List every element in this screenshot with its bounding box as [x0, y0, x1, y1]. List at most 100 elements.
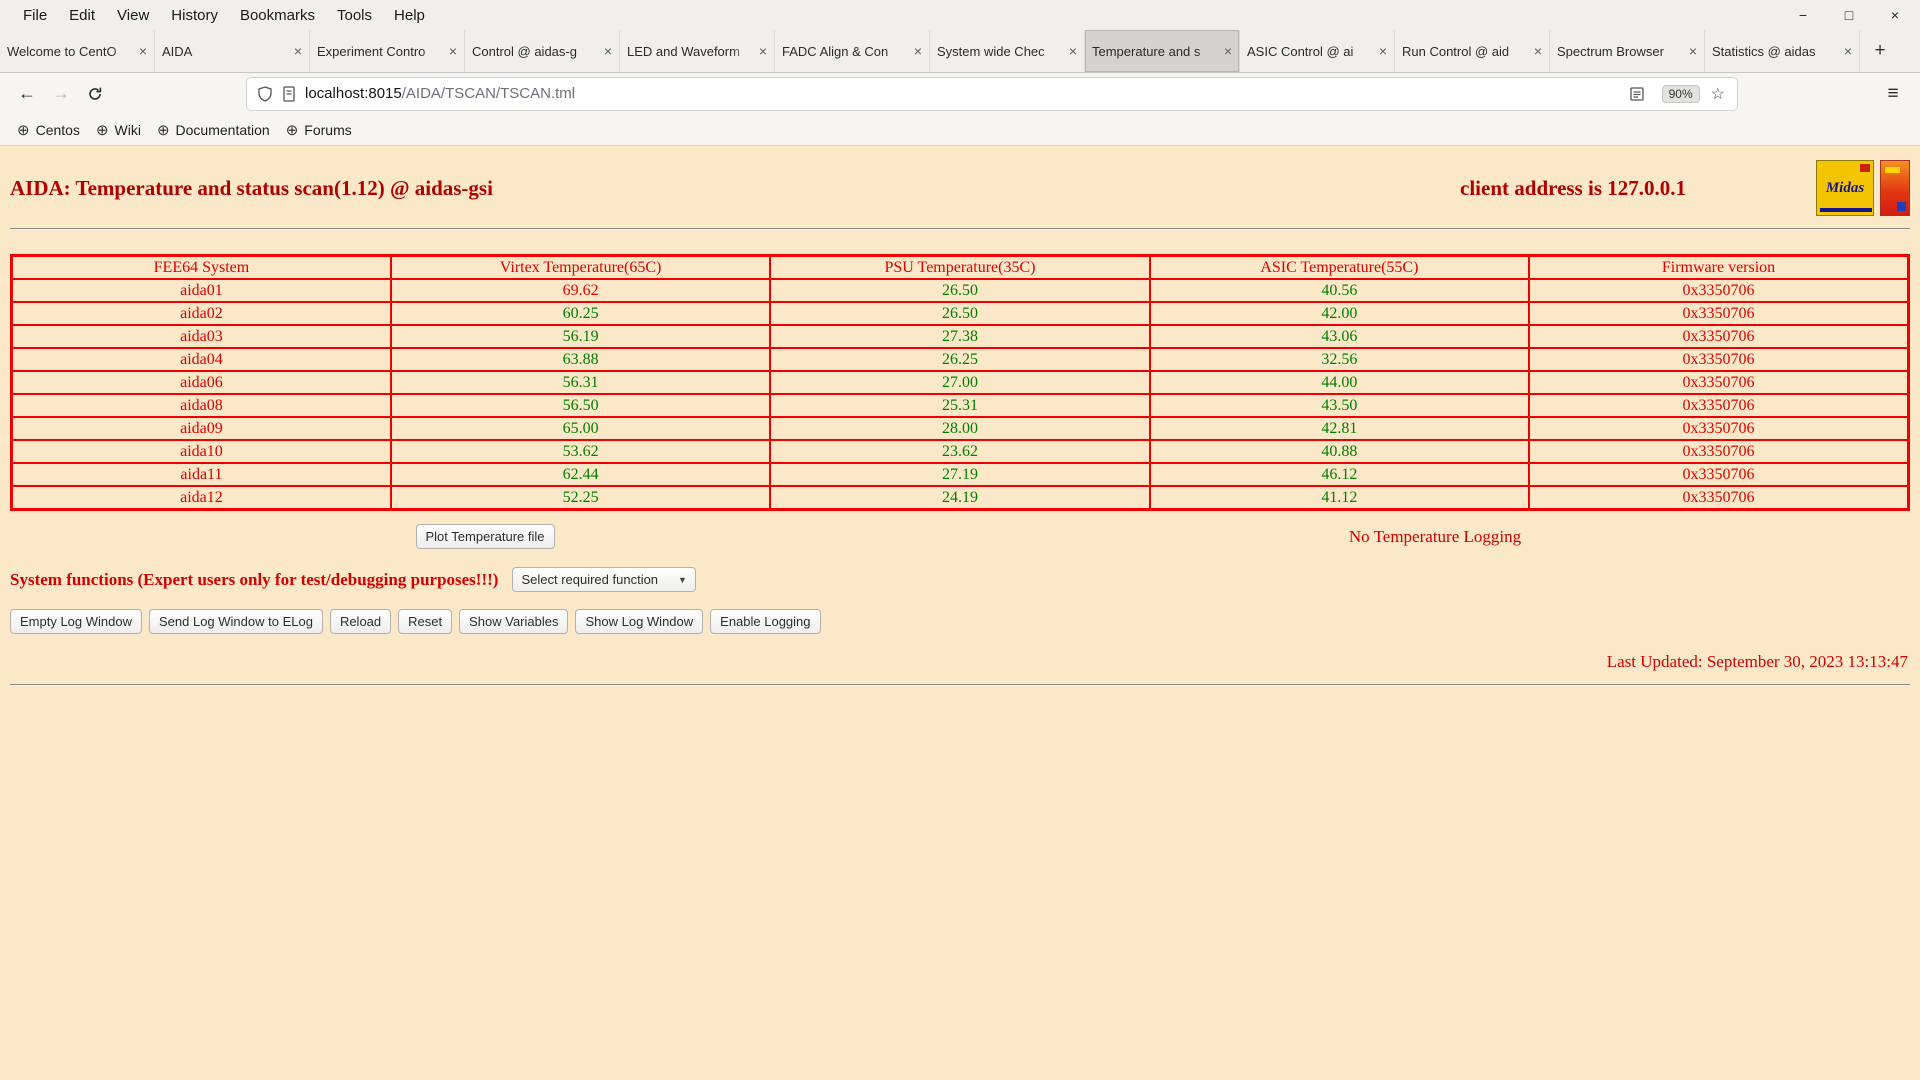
show-log-window-button[interactable]: Show Log Window [575, 609, 703, 634]
tab-close-icon[interactable]: × [139, 43, 147, 59]
tab-close-icon[interactable]: × [1844, 43, 1852, 59]
footer-divider [10, 684, 1910, 686]
tab-asic-control[interactable]: ASIC Control @ ai × [1240, 30, 1395, 72]
reload-icon[interactable] [78, 78, 112, 110]
firmware-version: 0x3350706 [1529, 302, 1908, 325]
header-divider [10, 228, 1910, 230]
tab-run-control[interactable]: Run Control @ aid × [1395, 30, 1550, 72]
virtex-temp: 56.31 [391, 371, 770, 394]
new-tab-button[interactable]: + [1860, 30, 1900, 72]
url-path: /AIDA/TSCAN/TSCAN.tml [402, 85, 575, 102]
asic-temp: 43.50 [1150, 394, 1529, 417]
menu-help[interactable]: Help [383, 7, 436, 24]
tab-led-waveform[interactable]: LED and Waveform × [620, 30, 775, 72]
firmware-version: 0x3350706 [1529, 417, 1908, 440]
asic-temp: 40.56 [1150, 279, 1529, 302]
system-name: aida12 [12, 486, 391, 510]
shield-icon[interactable] [257, 86, 273, 102]
asic-temp: 32.56 [1150, 348, 1529, 371]
minimize-icon[interactable]: − [1794, 7, 1812, 23]
bookmark-centos[interactable]: ⊕ Centos [12, 121, 91, 139]
tab-close-icon[interactable]: × [914, 43, 922, 59]
temperature-table: FEE64 System Virtex Temperature(65C) PSU… [10, 254, 1910, 511]
virtex-temp: 62.44 [391, 463, 770, 486]
bookmarks-toolbar: ⊕ Centos ⊕ Wiki ⊕ Documentation ⊕ Forums [0, 114, 1920, 146]
tab-experiment-control[interactable]: Experiment Contro × [310, 30, 465, 72]
menu-file[interactable]: File [12, 7, 58, 24]
globe-icon: ⊕ [286, 121, 299, 139]
tab-temperature-scan-active[interactable]: Temperature and s × [1085, 30, 1240, 72]
firmware-version: 0x3350706 [1529, 440, 1908, 463]
below-table-row: Plot Temperature file No Temperature Log… [10, 524, 1910, 549]
tab-close-icon[interactable]: × [1689, 43, 1697, 59]
navigation-bar: ← → localhost:8015/AIDA/TSCAN/TSCAN.tml … [0, 73, 1920, 114]
bookmark-forums[interactable]: ⊕ Forums [281, 121, 363, 139]
firmware-version: 0x3350706 [1529, 348, 1908, 371]
virtex-temp: 53.62 [391, 440, 770, 463]
app-menu-icon[interactable]: ≡ [1876, 78, 1910, 110]
maximize-icon[interactable]: □ [1840, 7, 1858, 23]
tab-close-icon[interactable]: × [1379, 43, 1387, 59]
table-row: aida09 65.00 28.00 42.81 0x3350706 [12, 417, 1909, 440]
enable-logging-button[interactable]: Enable Logging [710, 609, 820, 634]
system-name: aida03 [12, 325, 391, 348]
tab-fadc-align[interactable]: FADC Align & Con × [775, 30, 930, 72]
zoom-level-button[interactable]: 90% [1662, 85, 1700, 103]
url-text[interactable]: localhost:8015/AIDA/TSCAN/TSCAN.tml [305, 85, 1630, 102]
bookmark-wiki[interactable]: ⊕ Wiki [91, 121, 152, 139]
url-bar[interactable]: localhost:8015/AIDA/TSCAN/TSCAN.tml 90% … [247, 78, 1737, 110]
tab-close-icon[interactable]: × [1224, 43, 1232, 59]
back-icon[interactable]: ← [10, 78, 44, 110]
system-name: aida01 [12, 279, 391, 302]
table-row: aida06 56.31 27.00 44.00 0x3350706 [12, 371, 1909, 394]
empty-log-window-button[interactable]: Empty Log Window [10, 609, 142, 634]
reader-mode-icon[interactable] [1630, 86, 1644, 102]
reset-button[interactable]: Reset [398, 609, 452, 634]
tab-close-icon[interactable]: × [449, 43, 457, 59]
tab-close-icon[interactable]: × [294, 43, 302, 59]
tab-bar: Welcome to CentO × AIDA × Experiment Con… [0, 30, 1920, 73]
tab-close-icon[interactable]: × [1069, 43, 1077, 59]
col-psu-temp: PSU Temperature(35C) [770, 256, 1149, 280]
virtex-temp: 63.88 [391, 348, 770, 371]
page-info-icon[interactable] [282, 86, 296, 102]
tab-close-icon[interactable]: × [1534, 43, 1542, 59]
firmware-version: 0x3350706 [1529, 325, 1908, 348]
asic-temp: 41.12 [1150, 486, 1529, 510]
url-host: localhost:8015 [305, 85, 402, 102]
send-log-to-elog-button[interactable]: Send Log Window to ELog [149, 609, 323, 634]
menu-edit[interactable]: Edit [58, 7, 106, 24]
close-icon[interactable]: × [1886, 7, 1904, 23]
asic-temp: 42.81 [1150, 417, 1529, 440]
table-row: aida04 63.88 26.25 32.56 0x3350706 [12, 348, 1909, 371]
logging-status-text: No Temperature Logging [1349, 527, 1521, 547]
last-updated-text: Last Updated: September 30, 2023 13:13:4… [10, 652, 1910, 672]
menu-view[interactable]: View [106, 7, 160, 24]
tab-welcome-centos[interactable]: Welcome to CentO × [0, 30, 155, 72]
show-variables-button[interactable]: Show Variables [459, 609, 568, 634]
tab-statistics[interactable]: Statistics @ aidas × [1705, 30, 1860, 72]
function-select[interactable]: Select required function ▼ [512, 567, 696, 592]
tab-system-checks[interactable]: System wide Chec × [930, 30, 1085, 72]
menu-bookmarks[interactable]: Bookmarks [229, 7, 326, 24]
bookmark-documentation[interactable]: ⊕ Documentation [152, 121, 281, 139]
menu-history[interactable]: History [160, 7, 229, 24]
asic-temp: 43.06 [1150, 325, 1529, 348]
reload-button[interactable]: Reload [330, 609, 391, 634]
tab-spectrum-browser[interactable]: Spectrum Browser × [1550, 30, 1705, 72]
action-buttons-row: Empty Log Window Send Log Window to ELog… [10, 609, 1910, 634]
table-header-row: FEE64 System Virtex Temperature(65C) PSU… [12, 256, 1909, 280]
menu-tools[interactable]: Tools [326, 7, 383, 24]
plot-temperature-button[interactable]: Plot Temperature file [416, 524, 555, 549]
tab-control-aidas[interactable]: Control @ aidas-g × [465, 30, 620, 72]
tab-aida[interactable]: AIDA × [155, 30, 310, 72]
asic-temp: 42.00 [1150, 302, 1529, 325]
daq-logo [1880, 160, 1910, 216]
page-header: AIDA: Temperature and status scan(1.12) … [10, 146, 1910, 216]
virtex-temp: 56.50 [391, 394, 770, 417]
tab-close-icon[interactable]: × [604, 43, 612, 59]
bookmark-star-icon[interactable]: ☆ [1709, 84, 1727, 104]
tab-close-icon[interactable]: × [759, 43, 767, 59]
firmware-version: 0x3350706 [1529, 279, 1908, 302]
virtex-temp: 69.62 [391, 279, 770, 302]
